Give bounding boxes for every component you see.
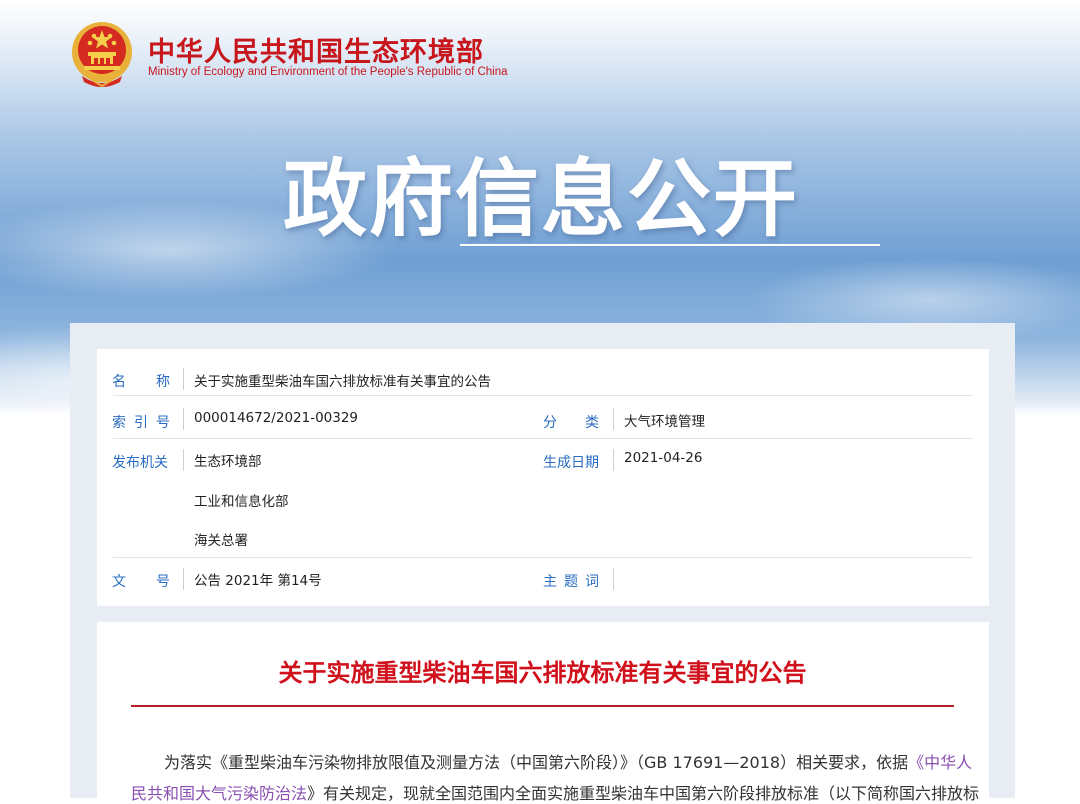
meta-separator: [183, 449, 184, 471]
law-link[interactable]: 《中华人: [908, 753, 972, 772]
site-name-en[interactable]: Ministry of Ecology and Environment of t…: [148, 66, 508, 78]
meta-value-issuer: 生态环境部: [194, 454, 262, 470]
title-divider: [460, 244, 880, 246]
paragraph-text: 》有关规定，现就全国范围内全面实施重型柴油车中国第六阶段排放标准（以下简称国六排…: [307, 784, 980, 803]
meta-label-category: 分类: [543, 415, 599, 431]
article-paragraph-line: 民共和国大气污染防治法》有关规定，现就全国范围内全面实施重型柴油车中国第六阶段排…: [131, 780, 979, 804]
meta-label-index: 索引号: [112, 415, 170, 431]
meta-label-keywords: 主题词: [543, 574, 599, 590]
meta-label-issuer: 发布机关: [112, 455, 168, 471]
meta-separator: [613, 568, 614, 590]
meta-value-issuer: 工业和信息化部: [194, 494, 289, 510]
title-underline: [131, 705, 954, 707]
meta-separator: [613, 408, 614, 430]
meta-separator: [183, 568, 184, 590]
section-title: 政府信息公开: [283, 150, 800, 248]
meta-separator: [183, 368, 184, 390]
national-emblem-logo[interactable]: [70, 20, 134, 90]
table-divider: [113, 557, 973, 558]
meta-value-issuer: 海关总署: [194, 533, 248, 549]
site-name-cn[interactable]: 中华人民共和国生态环境部: [148, 30, 484, 69]
article-paragraph-line: 为落实《重型柴油车污染物排放限值及测量方法（中国第六阶段）》（GB 17691—…: [164, 749, 972, 773]
metadata-table: 名称 关于实施重型柴油车国六排放标准有关事宜的公告 索引号 000014672/…: [97, 349, 989, 606]
meta-separator: [613, 449, 614, 471]
paragraph-text: 为落实《重型柴油车污染物排放限值及测量方法（中国第六阶段）》（GB 17691—…: [164, 753, 909, 772]
law-link[interactable]: 民共和国大气污染防治法: [131, 784, 307, 803]
meta-value-index: 000014672/2021-00329: [194, 410, 359, 426]
meta-value-name: 关于实施重型柴油车国六排放标准有关事宜的公告: [194, 374, 491, 390]
meta-value-docno: 公告 2021年 第14号: [194, 573, 322, 589]
meta-label-docno: 文号: [112, 574, 170, 590]
table-divider: [113, 395, 973, 396]
meta-separator: [183, 408, 184, 430]
table-divider: [113, 438, 973, 439]
meta-label-date: 生成日期: [543, 455, 599, 471]
meta-value-date: 2021-04-26: [624, 450, 703, 466]
meta-value-category: 大气环境管理: [624, 414, 705, 430]
meta-label-name: 名称: [112, 374, 170, 390]
article-title: 关于实施重型柴油车国六排放标准有关事宜的公告: [278, 659, 807, 687]
